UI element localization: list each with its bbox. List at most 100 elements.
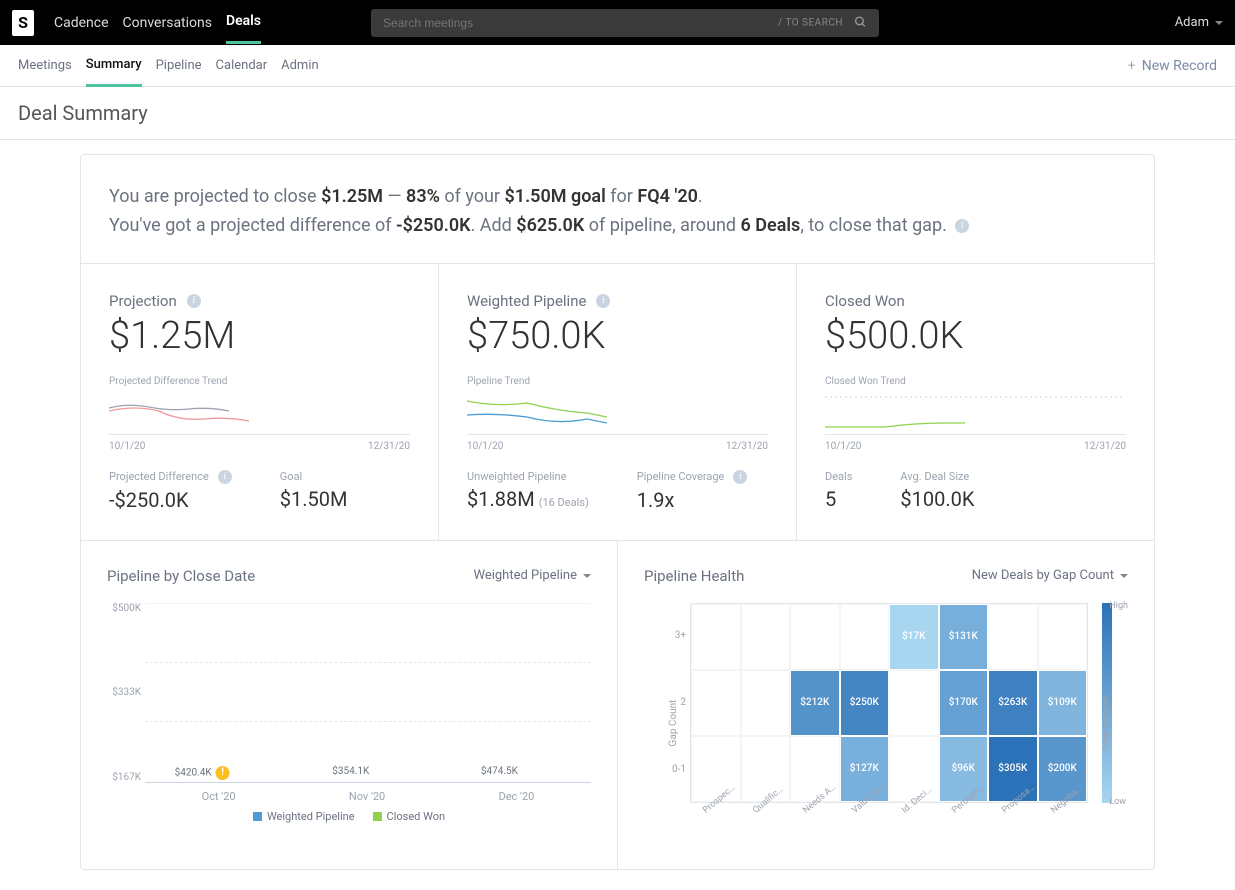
heat-cell[interactable]: $17K xyxy=(889,604,939,670)
narrative-goal: $1.50M goal xyxy=(505,186,606,207)
heat-cell xyxy=(741,604,791,670)
new-record-label: New Record xyxy=(1142,58,1217,74)
chart-dropdown[interactable]: New Deals by Gap Count xyxy=(972,568,1128,583)
spark-axis: 10/1/20 12/31/20 xyxy=(109,441,410,452)
heat-cell xyxy=(1038,604,1088,670)
legend-item[interactable]: Weighted Pipeline xyxy=(253,810,355,823)
heat-cell[interactable]: $263K xyxy=(988,670,1038,736)
axis-end: 12/31/20 xyxy=(726,441,768,452)
narrative-text: — xyxy=(383,186,406,207)
chart-dropdown[interactable]: Weighted Pipeline xyxy=(473,568,591,583)
sub-metric-value: $1.88M(16 Deals) xyxy=(467,487,589,511)
heat-cell[interactable]: $131K xyxy=(939,604,989,670)
sparkline xyxy=(825,393,1126,435)
logo[interactable]: S xyxy=(12,10,34,36)
metric-label-text: Projection xyxy=(109,292,177,310)
metric-label-text: Weighted Pipeline xyxy=(467,292,586,310)
sub-metric-value: 5 xyxy=(825,487,852,511)
narrative-text: . xyxy=(698,186,703,207)
heat-cell[interactable]: $212K xyxy=(790,670,840,736)
narrative-add: $625.0K xyxy=(516,215,584,236)
info-icon[interactable]: i xyxy=(733,470,747,484)
subnav-pipeline[interactable]: Pipeline xyxy=(156,46,202,85)
heat-chart: Gap Count 3+20-1 $17K$131K$212K$250K$170… xyxy=(644,603,1128,843)
info-icon[interactable]: i xyxy=(955,219,969,233)
subnav: Meetings Summary Pipeline Calendar Admin… xyxy=(0,45,1235,87)
narrative-text: , to close that gap. xyxy=(800,215,947,236)
sub-metric-value: $100.0K xyxy=(900,487,974,511)
sub-metric-label: Goal xyxy=(280,470,348,483)
heat-right-label: Total Amount xyxy=(1102,696,1112,750)
metric-closed: Closed Won $500.0K Closed Won Trend 10/1… xyxy=(797,264,1154,540)
heat-cell xyxy=(889,670,939,736)
narrative-text: . Add xyxy=(471,215,517,236)
search-icon[interactable] xyxy=(854,13,867,32)
info-icon[interactable]: i xyxy=(218,470,232,484)
narrative-text: of your xyxy=(440,186,505,207)
axis-end: 12/31/20 xyxy=(1084,441,1126,452)
sub-metric-label: Pipeline Coverage i xyxy=(637,470,748,484)
info-icon[interactable]: i xyxy=(187,294,201,308)
heat-cell xyxy=(741,670,791,736)
axis-end: 12/31/20 xyxy=(368,441,410,452)
subnav-meetings[interactable]: Meetings xyxy=(18,46,72,85)
search-hint: / TO SEARCH xyxy=(778,17,843,28)
topnav-deals[interactable]: Deals xyxy=(226,1,261,44)
legend-item[interactable]: Closed Won xyxy=(373,810,446,823)
heat-cell[interactable]: $170K xyxy=(939,670,989,736)
trend-label: Projected Difference Trend xyxy=(109,376,410,387)
metric-value: $1.25M xyxy=(109,314,410,358)
sparkline xyxy=(109,393,410,435)
narrative-period: FQ4 '20 xyxy=(637,186,698,207)
chart-pipeline-by-close-date: Pipeline by Close Date Weighted Pipeline… xyxy=(81,541,618,869)
spark-axis: 10/1/20 12/31/20 xyxy=(467,441,768,452)
axis-start: 10/1/20 xyxy=(467,441,503,452)
trend-label: Pipeline Trend xyxy=(467,376,768,387)
heat-cell[interactable]: $109K xyxy=(1038,670,1088,736)
narrative-diff: -$250.0K xyxy=(396,215,471,236)
topnav: Cadence Conversations Deals xyxy=(54,1,261,44)
sub-metric-value: 1.9x xyxy=(637,488,748,512)
narrative-text: of pipeline, around xyxy=(584,215,740,236)
warning-icon[interactable]: ! xyxy=(216,766,230,780)
metric-label: Projection i xyxy=(109,292,410,310)
narrative-text: You've got a projected difference of xyxy=(109,215,396,236)
new-record-button[interactable]: + New Record xyxy=(1128,58,1217,74)
heat-cell xyxy=(988,604,1038,670)
narrative-text: You are projected to close xyxy=(109,186,321,207)
chart-title: Pipeline Health xyxy=(644,567,744,585)
subnav-admin[interactable]: Admin xyxy=(281,46,319,85)
topnav-conversations[interactable]: Conversations xyxy=(123,3,212,43)
user-menu[interactable]: Adam xyxy=(1175,15,1223,30)
topnav-cadence[interactable]: Cadence xyxy=(54,3,109,43)
heat-cell xyxy=(790,604,840,670)
info-icon[interactable]: i xyxy=(596,294,610,308)
axis-start: 10/1/20 xyxy=(109,441,145,452)
metric-weighted: Weighted Pipeline i $750.0K Pipeline Tre… xyxy=(439,264,797,540)
subnav-calendar[interactable]: Calendar xyxy=(216,46,268,85)
heat-low: Low xyxy=(1109,797,1126,807)
metric-value: $500.0K xyxy=(825,314,1126,358)
sub-metric-label: Projected Difference i xyxy=(109,470,232,484)
content: You are projected to close $1.25M — 83% … xyxy=(0,140,1235,890)
chart-pipeline-health: Pipeline Health New Deals by Gap Count G… xyxy=(618,541,1154,869)
chart-title: Pipeline by Close Date xyxy=(107,567,255,585)
metric-projection: Projection i $1.25M Projected Difference… xyxy=(81,264,439,540)
topbar: S Cadence Conversations Deals / TO SEARC… xyxy=(0,0,1235,45)
sub-metric-label: Unweighted Pipeline xyxy=(467,470,589,483)
heat-high: High xyxy=(1109,601,1128,611)
charts-row: Pipeline by Close Date Weighted Pipeline… xyxy=(81,540,1154,869)
heat-cell[interactable]: $250K xyxy=(840,670,890,736)
user-name: Adam xyxy=(1175,15,1209,30)
sub-metric-value: $1.50M xyxy=(280,487,348,511)
subnav-summary[interactable]: Summary xyxy=(86,45,142,87)
sub-metric-value: -$250.0K xyxy=(109,488,232,512)
narrative-projected: $1.25M xyxy=(321,186,383,207)
chevron-down-icon xyxy=(1120,574,1128,578)
trend-label: Closed Won Trend xyxy=(825,376,1126,387)
narrative-text: for xyxy=(606,186,638,207)
page-title: Deal Summary xyxy=(18,101,1217,125)
plus-icon: + xyxy=(1128,58,1136,74)
metric-label: Closed Won xyxy=(825,292,1126,310)
heat-cell xyxy=(691,670,741,736)
